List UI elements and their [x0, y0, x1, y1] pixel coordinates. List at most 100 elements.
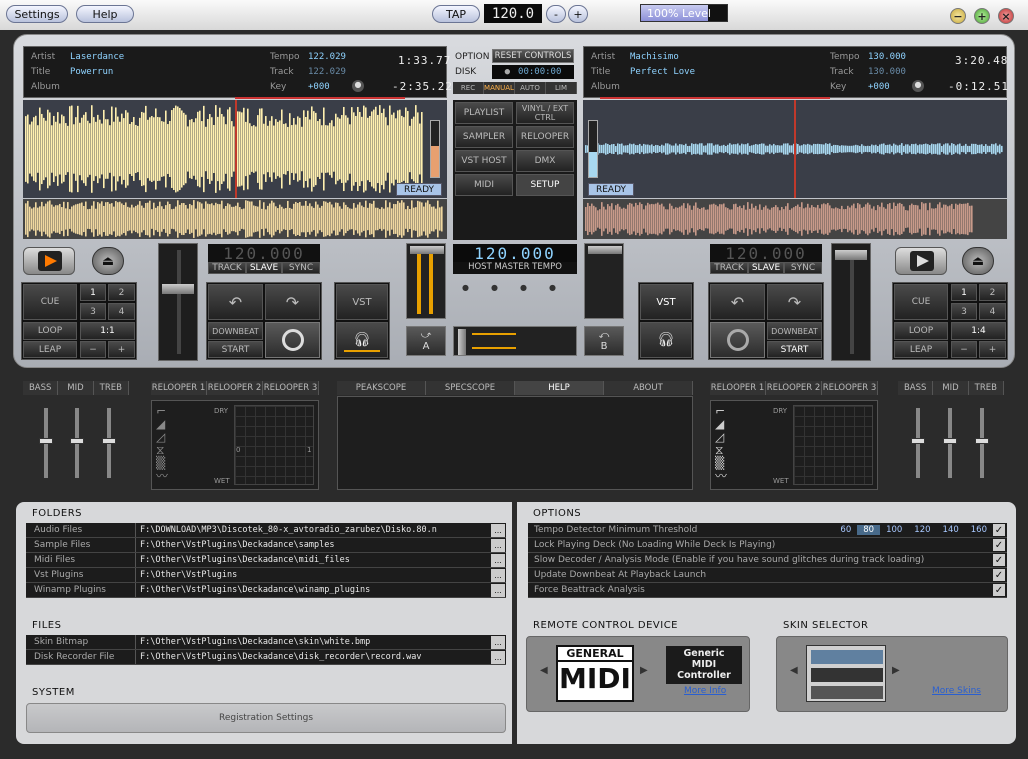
- deck-a-key[interactable]: +000: [308, 82, 330, 92]
- deck-a-headphone-button[interactable]: 🎧︎: [336, 322, 388, 358]
- deck-b-loop-button[interactable]: LOOP: [894, 322, 948, 340]
- path-value[interactable]: F:\Other\VstPlugins\Deckadance\skin\whit…: [136, 637, 491, 647]
- deck-b-sync-button[interactable]: SYNC: [784, 262, 822, 274]
- path-value[interactable]: F:\Other\VstPlugins\Deckadance\winamp_pl…: [136, 585, 491, 595]
- deck-b-vst-button[interactable]: VST: [640, 284, 692, 320]
- deck-a-key-lock-icon[interactable]: ●: [352, 80, 364, 92]
- check-icon[interactable]: ✓: [993, 584, 1005, 596]
- reset-controls-button[interactable]: RESET CONTROLS: [492, 49, 574, 63]
- deck-a-leap-plus[interactable]: +: [108, 341, 135, 358]
- minimize-icon[interactable]: −: [950, 8, 966, 24]
- crossfader[interactable]: [453, 326, 577, 356]
- level-meter[interactable]: 100% Level: [640, 4, 728, 22]
- deck-a-start-button[interactable]: START: [208, 341, 263, 358]
- deck-b-eject-button[interactable]: ⏏: [962, 247, 994, 275]
- deck-b-forward-button[interactable]: ↷: [767, 284, 822, 320]
- relooper-2-tab[interactable]: RELOOPER 2: [766, 381, 822, 395]
- deck-b-play-button[interactable]: [895, 247, 947, 275]
- deck-a-leap-button[interactable]: LEAP: [23, 341, 77, 358]
- deck-b-cue-2[interactable]: 2: [979, 284, 1006, 301]
- deck-a-vst-button[interactable]: VST: [336, 284, 388, 320]
- disk-recorder-time[interactable]: ● 00:00:00: [492, 65, 574, 79]
- crossfader-b-button[interactable]: ⤺ B: [584, 326, 624, 356]
- registration-settings-button[interactable]: Registration Settings: [26, 703, 506, 733]
- deck-b-volume-fader[interactable]: [584, 243, 624, 319]
- browse-button[interactable]: ...: [491, 568, 505, 582]
- deck-b-headphone-button[interactable]: 🎧︎: [640, 322, 692, 358]
- threshold-check-icon[interactable]: ✓: [993, 524, 1005, 536]
- deck-a-loop-length[interactable]: 1:1: [80, 322, 135, 340]
- tab-about[interactable]: ABOUT: [604, 381, 693, 395]
- browse-button[interactable]: ...: [491, 650, 505, 664]
- deck-b-start-button[interactable]: START: [767, 341, 822, 358]
- deck-b-cue-1[interactable]: 1: [951, 284, 977, 301]
- deck-b-track-button[interactable]: TRACK: [710, 262, 748, 274]
- threshold-value[interactable]: 100: [880, 525, 908, 535]
- deck-b-leap-plus[interactable]: +: [979, 341, 1006, 358]
- path-value[interactable]: F:\Other\VstPlugins: [136, 570, 491, 580]
- deck-b-key[interactable]: +000: [868, 82, 890, 92]
- sampler-button[interactable]: SAMPLER: [455, 126, 513, 148]
- path-value[interactable]: F:\Other\VstPlugins\Deckadance\samples: [136, 540, 491, 550]
- tab-help[interactable]: HELP: [515, 381, 604, 395]
- tab-peakscope[interactable]: PEAKSCOPE: [337, 381, 426, 395]
- relooper-3-tab[interactable]: RELOOPER 3: [822, 381, 878, 395]
- threshold-value[interactable]: 120: [908, 525, 936, 535]
- vinyl-button[interactable]: VINYL / EXT CTRL: [516, 102, 574, 124]
- path-value[interactable]: F:\Other\VstPlugins\Deckadance\midi_file…: [136, 555, 491, 565]
- deck-a-cue-2[interactable]: 2: [108, 284, 135, 301]
- deck-a-rewind-button[interactable]: ↶: [208, 284, 263, 320]
- maximize-icon[interactable]: +: [974, 8, 990, 24]
- playlist-button[interactable]: PLAYLIST: [455, 102, 513, 124]
- deck-b-loop-length[interactable]: 1:4: [951, 322, 1006, 340]
- deck-b-downbeat-button[interactable]: DOWNBEAT: [767, 322, 822, 340]
- deck-a-cue-button[interactable]: CUE: [23, 284, 77, 320]
- browse-button[interactable]: ...: [491, 538, 505, 552]
- remote-more-info-link[interactable]: More Info: [684, 686, 726, 696]
- deck-a-cue-4[interactable]: 4: [108, 303, 135, 320]
- threshold-value[interactable]: 140: [937, 525, 965, 535]
- deck-a-downbeat-button[interactable]: DOWNBEAT: [208, 322, 263, 340]
- deck-b-relooper-panel[interactable]: ⌐ ◢ ◿ ⧖ ▒ 〰 DRY WET: [710, 400, 878, 490]
- deck-a-scratch-button[interactable]: [265, 322, 320, 358]
- deck-b-scratch-button[interactable]: [710, 322, 765, 358]
- skin-prev-icon[interactable]: ◀: [790, 665, 798, 676]
- relooper-1-tab[interactable]: RELOOPER 1: [710, 381, 766, 395]
- browse-button[interactable]: ...: [491, 635, 505, 649]
- remote-prev-icon[interactable]: ◀: [540, 665, 548, 676]
- deck-b-leap-minus[interactable]: −: [951, 341, 977, 358]
- mode-lim[interactable]: LIM: [546, 82, 577, 94]
- check-icon[interactable]: ✓: [993, 554, 1005, 566]
- remote-next-icon[interactable]: ▶: [640, 665, 648, 676]
- deck-b-cue-3[interactable]: 3: [951, 303, 977, 320]
- threshold-value[interactable]: 60: [834, 525, 857, 535]
- relooper-1-tab[interactable]: RELOOPER 1: [151, 381, 207, 395]
- skin-next-icon[interactable]: ▶: [892, 665, 900, 676]
- threshold-value[interactable]: 160: [965, 525, 993, 535]
- setup-button[interactable]: SETUP: [516, 174, 574, 196]
- deck-a-overview[interactable]: [23, 199, 447, 239]
- path-value[interactable]: F:\DOWNLOAD\MP3\Discotek_80-x_avtoradio_…: [136, 525, 491, 535]
- help-button[interactable]: Help: [76, 5, 134, 23]
- deck-b-cue-button[interactable]: CUE: [894, 284, 948, 320]
- tab-specscope[interactable]: SPECSCOPE: [426, 381, 515, 395]
- tap-button[interactable]: TAP: [432, 5, 480, 23]
- midi-button[interactable]: MIDI: [455, 174, 513, 196]
- deck-b-rewind-button[interactable]: ↶: [710, 284, 765, 320]
- relooper-button[interactable]: RELOOPER: [516, 126, 574, 148]
- check-icon[interactable]: ✓: [993, 569, 1005, 581]
- deck-b-cue-4[interactable]: 4: [979, 303, 1006, 320]
- deck-a-leap-minus[interactable]: −: [80, 341, 106, 358]
- deck-a-loop-button[interactable]: LOOP: [23, 322, 77, 340]
- dmx-button[interactable]: DMX: [516, 150, 574, 172]
- deck-a-sync-button[interactable]: SYNC: [282, 262, 320, 274]
- settings-button[interactable]: Settings: [6, 5, 68, 23]
- close-icon[interactable]: ×: [998, 8, 1014, 24]
- deck-a-cue-1[interactable]: 1: [80, 284, 106, 301]
- master-tempo-label[interactable]: HOST MASTER TEMPO: [453, 262, 577, 274]
- deck-a-volume-fader[interactable]: [406, 243, 446, 319]
- crossfader-a-button[interactable]: ⤻ A: [406, 326, 446, 356]
- bpm-minus-button[interactable]: -: [546, 5, 566, 23]
- browse-button[interactable]: ...: [491, 553, 505, 567]
- deck-b-leap-button[interactable]: LEAP: [894, 341, 948, 358]
